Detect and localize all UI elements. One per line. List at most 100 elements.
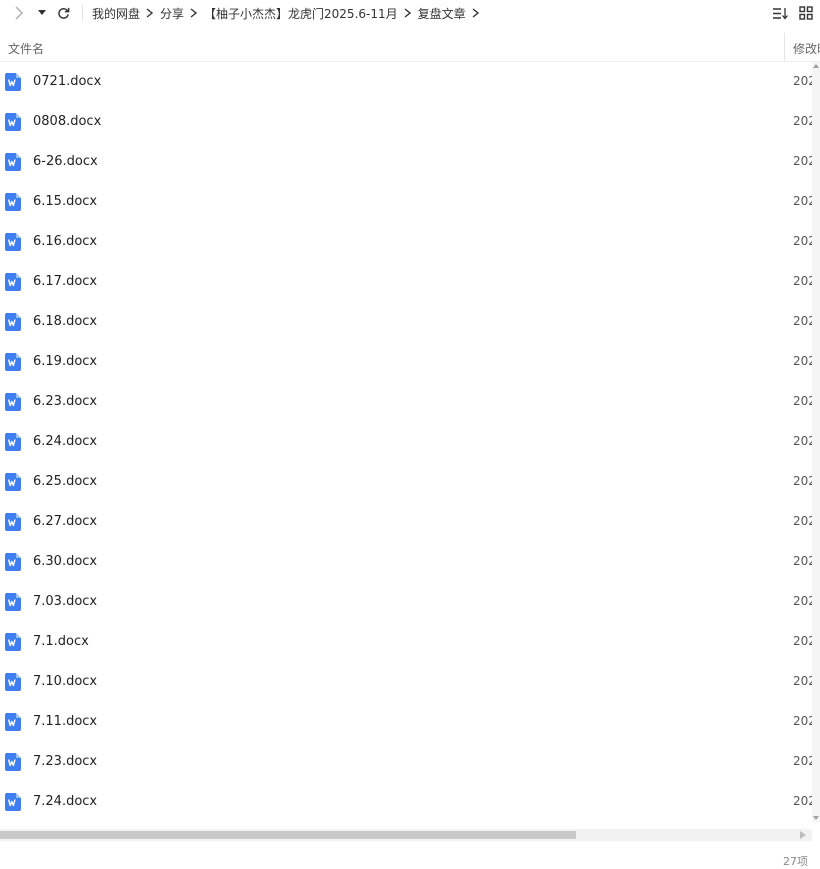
breadcrumb-chevron-icon[interactable]	[190, 8, 198, 18]
file-row[interactable]: 6.18.docx 202	[0, 302, 812, 342]
breadcrumb-item-share[interactable]: 分享	[158, 5, 186, 22]
file-list: 0721.docx2020808.docx2026-26.docx2026.15…	[0, 62, 812, 822]
word-doc-icon	[5, 753, 21, 771]
file-modified-date: 202	[793, 274, 812, 288]
file-row[interactable]: 6.19.docx 202	[0, 342, 812, 382]
file-name[interactable]: 7.23.docx	[33, 754, 97, 769]
file-row[interactable]: 6.24.docx 202	[0, 422, 812, 462]
file-name[interactable]: 6.27.docx	[33, 514, 97, 529]
word-doc-icon	[5, 513, 21, 531]
file-row[interactable]: 6-26.docx 202	[0, 142, 812, 182]
file-modified-date: 202	[793, 394, 812, 408]
file-name[interactable]: 0808.docx	[33, 114, 101, 129]
file-modified-date: 202	[793, 754, 812, 768]
breadcrumb-item-current[interactable]: 复盘文章	[416, 5, 468, 22]
file-modified-date: 202	[793, 74, 812, 88]
caret-down-icon	[38, 10, 46, 15]
scroll-right-arrow-icon[interactable]	[800, 831, 806, 839]
view-controls	[768, 0, 820, 26]
file-modified-date: 202	[793, 354, 812, 368]
horizontal-scrollbar[interactable]	[0, 829, 812, 841]
history-dropdown-button[interactable]	[36, 3, 48, 23]
horizontal-scroll-thumb[interactable]	[0, 831, 576, 839]
file-name[interactable]: 7.1.docx	[33, 634, 89, 649]
file-name[interactable]: 6.25.docx	[33, 474, 97, 489]
file-name[interactable]: 6.19.docx	[33, 354, 97, 369]
refresh-icon	[57, 7, 69, 19]
scroll-up-arrow-icon[interactable]	[813, 64, 819, 68]
word-doc-icon	[5, 713, 21, 731]
breadcrumb-item-my-drive[interactable]: 我的网盘	[90, 5, 142, 22]
file-modified-date: 202	[793, 234, 812, 248]
file-modified-date: 202	[793, 514, 812, 528]
file-modified-date: 202	[793, 794, 812, 808]
word-doc-icon	[5, 553, 21, 571]
file-name[interactable]: 0721.docx	[33, 74, 101, 89]
file-modified-date: 202	[793, 634, 812, 648]
file-modified-date: 202	[793, 114, 812, 128]
file-row[interactable]: 6.17.docx 202	[0, 262, 812, 302]
column-divider[interactable]	[784, 33, 785, 61]
file-name[interactable]: 6.17.docx	[33, 274, 97, 289]
grid-view-icon	[799, 6, 813, 20]
file-row[interactable]: 7.10.docx 202	[0, 662, 812, 702]
scroll-down-arrow-icon[interactable]	[813, 816, 819, 820]
file-name[interactable]: 6.23.docx	[33, 394, 97, 409]
file-name[interactable]: 7.24.docx	[33, 794, 97, 809]
word-doc-icon	[5, 673, 21, 691]
column-header-name[interactable]: 文件名	[8, 40, 44, 57]
file-modified-date: 202	[793, 554, 812, 568]
vertical-scrollbar[interactable]	[812, 62, 820, 822]
breadcrumb-chevron-icon[interactable]	[404, 8, 412, 18]
column-header-modified[interactable]: 修改时	[793, 40, 820, 57]
file-row[interactable]: 6.16.docx 202	[0, 222, 812, 262]
file-row[interactable]: 0808.docx 202	[0, 102, 812, 142]
file-row[interactable]: 6.25.docx 202	[0, 462, 812, 502]
toolbar-divider	[82, 5, 83, 21]
word-doc-icon	[5, 433, 21, 451]
word-doc-icon	[5, 273, 21, 291]
file-list-header: 文件名 修改时	[0, 33, 820, 62]
file-row[interactable]: 0721.docx 202	[0, 62, 812, 102]
sort-button[interactable]	[768, 3, 792, 23]
file-modified-date: 202	[793, 714, 812, 728]
file-row[interactable]: 6.23.docx 202	[0, 382, 812, 422]
word-doc-icon	[5, 793, 21, 811]
file-name[interactable]: 6.18.docx	[33, 314, 97, 329]
file-modified-date: 202	[793, 434, 812, 448]
file-modified-date: 202	[793, 674, 812, 688]
file-row[interactable]: 7.03.docx 202	[0, 582, 812, 622]
word-doc-icon	[5, 633, 21, 651]
file-row[interactable]: 6.27.docx 202	[0, 502, 812, 542]
file-row[interactable]: 7.24.docx 202	[0, 782, 812, 822]
toolbar: 我的网盘 分享 【柚子小杰杰】龙虎门2025.6-11月 复盘文章	[0, 0, 820, 28]
item-count: 27项	[783, 855, 808, 868]
file-row[interactable]: 7.11.docx 202	[0, 702, 812, 742]
breadcrumb: 我的网盘 分享 【柚子小杰杰】龙虎门2025.6-11月 复盘文章	[90, 0, 484, 26]
word-doc-icon	[5, 593, 21, 611]
file-name[interactable]: 6.24.docx	[33, 434, 97, 449]
breadcrumb-chevron-icon[interactable]	[146, 8, 154, 18]
file-name[interactable]: 6.16.docx	[33, 234, 97, 249]
file-name[interactable]: 6-26.docx	[33, 154, 98, 169]
chevron-right-icon	[15, 6, 24, 20]
grid-view-button[interactable]	[792, 3, 820, 23]
file-name[interactable]: 6.30.docx	[33, 554, 97, 569]
forward-button[interactable]	[10, 3, 28, 23]
file-row[interactable]: 6.15.docx 202	[0, 182, 812, 222]
file-row[interactable]: 6.30.docx 202	[0, 542, 812, 582]
file-name[interactable]: 7.11.docx	[33, 714, 97, 729]
breadcrumb-item-folder[interactable]: 【柚子小杰杰】龙虎门2025.6-11月	[202, 5, 400, 22]
file-name[interactable]: 6.15.docx	[33, 194, 97, 209]
word-doc-icon	[5, 153, 21, 171]
word-doc-icon	[5, 233, 21, 251]
breadcrumb-chevron-icon[interactable]	[472, 8, 480, 18]
file-name[interactable]: 7.10.docx	[33, 674, 97, 689]
word-doc-icon	[5, 113, 21, 131]
file-row[interactable]: 7.23.docx 202	[0, 742, 812, 782]
refresh-button[interactable]	[54, 3, 72, 23]
file-name[interactable]: 7.03.docx	[33, 594, 97, 609]
word-doc-icon	[5, 473, 21, 491]
word-doc-icon	[5, 193, 21, 211]
file-row[interactable]: 7.1.docx 202	[0, 622, 812, 662]
